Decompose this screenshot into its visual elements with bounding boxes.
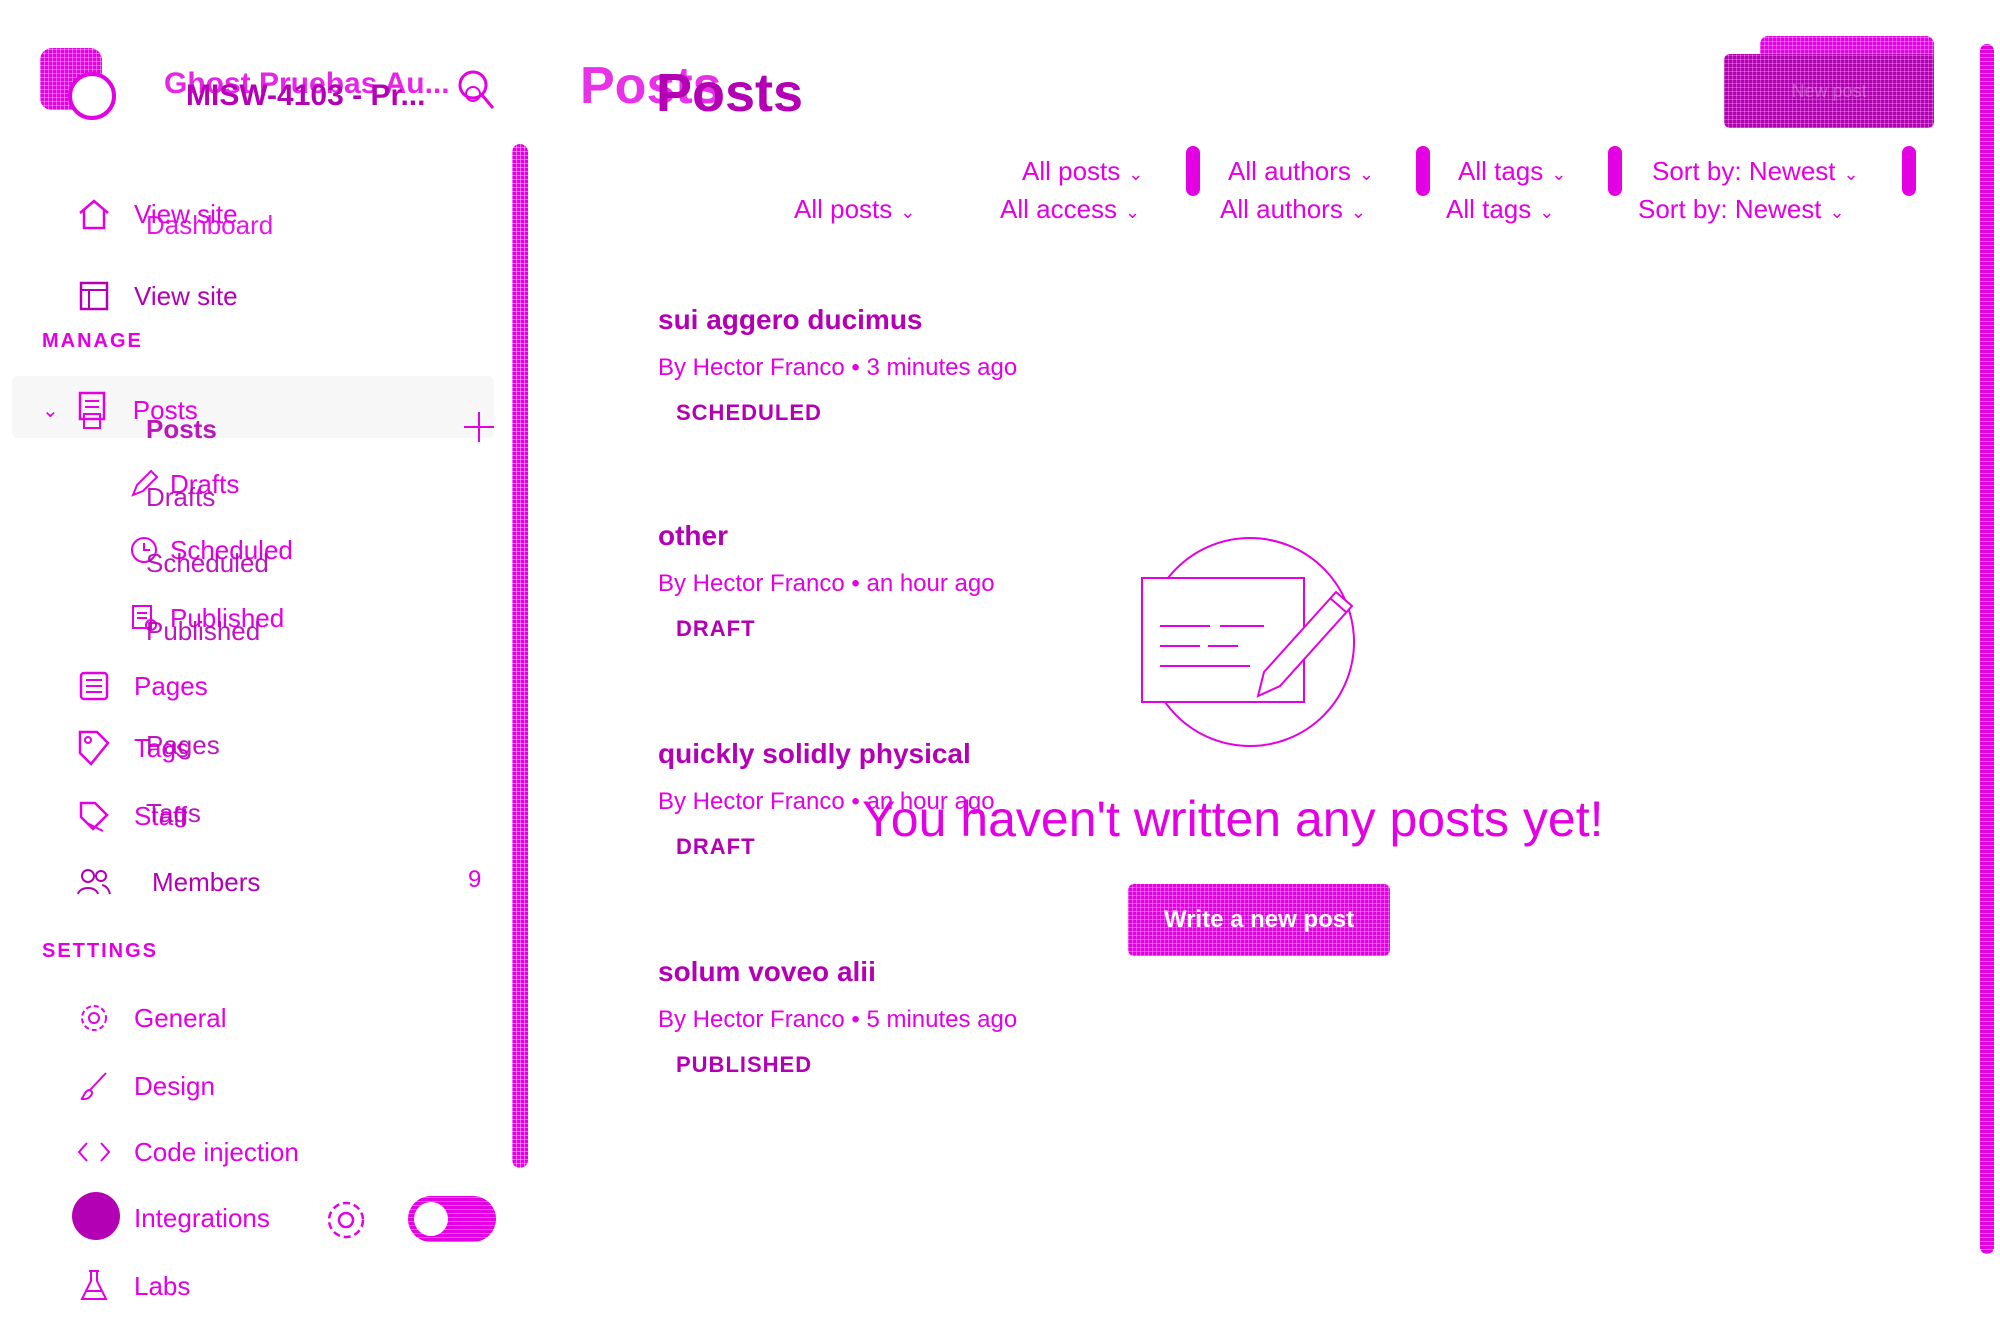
filter-type-ghost[interactable]: All posts ⌄ (1022, 156, 1143, 187)
empty-state-message: You haven't written any posts yet! (862, 791, 1604, 847)
search-icon[interactable] (456, 68, 496, 112)
new-post-button[interactable]: New post (1724, 54, 1934, 128)
members-icon (76, 864, 112, 900)
staff-icon (76, 798, 112, 834)
tag-icon (76, 730, 112, 766)
site-brand[interactable]: Ghost Pruebas Au... MISW-4103 - Pr... (40, 48, 484, 120)
manage-section-label: MANAGE (42, 330, 143, 352)
post-title: other (658, 520, 728, 551)
nav-members-label: Members (152, 866, 261, 897)
filter-sort-ghost[interactable]: Sort by: Newest ⌄ (1652, 156, 1859, 187)
write-new-post-label: Write a new post (1163, 906, 1355, 933)
post-status: SCHEDULED (676, 400, 822, 425)
post-list-item[interactable]: other By Hector Franco • an hour ago DRA… (658, 520, 995, 642)
sidebar: Ghost Pruebas Au... MISW-4103 - Pr... Vi… (0, 0, 530, 1320)
page-title: Posts (656, 63, 804, 123)
post-title: quickly solidly physical (658, 738, 971, 769)
nav-general-label: General (134, 1002, 227, 1033)
post-list-item[interactable]: solum voveo alii By Hector Franco • 5 mi… (658, 956, 1017, 1078)
filter-tag-ghost[interactable]: All tags ⌄ (1458, 156, 1566, 187)
avatar[interactable] (72, 1192, 120, 1240)
filter-divider (1186, 146, 1200, 196)
nav-general[interactable]: General (76, 1000, 227, 1036)
nav-staff-overlay: Tags (146, 798, 201, 828)
filter-divider (1416, 146, 1430, 196)
filter-tag[interactable]: All tags ⌄ (1446, 194, 1554, 225)
post-status: PUBLISHED (676, 1052, 813, 1077)
nav-posts-overlay: Posts (146, 414, 217, 444)
post-title: sui aggero ducimus (658, 304, 923, 335)
empty-state-illustration (1140, 534, 1372, 754)
nav-scheduled-overlay: Scheduled (146, 548, 269, 578)
nav-view-site-label-2: View site (134, 280, 238, 311)
layout-icon (76, 278, 112, 314)
new-post-plus-icon[interactable] (462, 410, 496, 444)
nav-drafts-overlay: Drafts (146, 482, 216, 512)
nav-pages[interactable]: Pages (76, 668, 208, 704)
chevron-down-icon[interactable]: ⌄ (42, 398, 59, 423)
post-meta: By Hector Franco • 5 minutes ago (658, 1006, 1018, 1033)
post-title: solum voveo alii (658, 956, 876, 987)
settings-section-label: SETTINGS (42, 940, 159, 962)
filter-access[interactable]: All access ⌄ (1000, 194, 1140, 225)
write-new-post-button[interactable]: Write a new post (1128, 884, 1390, 956)
flask-icon (76, 1268, 112, 1304)
filter-author[interactable]: All authors ⌄ (1220, 194, 1366, 225)
night-mode-toggle[interactable] (408, 1196, 496, 1242)
nav-members[interactable]: Members (76, 864, 260, 900)
nav-integrations-label: Integrations (134, 1202, 270, 1233)
filter-type[interactable]: All posts ⌄ (794, 194, 915, 225)
sidebar-scrollbar[interactable] (512, 144, 528, 1168)
nav-dashboard-overlay: Dashboard (146, 210, 274, 240)
nav-pages-label: Pages (134, 670, 208, 701)
nav-design[interactable]: Design (76, 1068, 215, 1104)
posts-icon (75, 391, 111, 429)
settings-gear-icon[interactable] (324, 1198, 368, 1242)
nav-design-label: Design (134, 1070, 215, 1101)
post-meta: By Hector Franco • an hour ago (658, 570, 995, 597)
nav-code-injection[interactable]: Code injection (76, 1134, 299, 1170)
filter-author-ghost[interactable]: All authors ⌄ (1228, 156, 1374, 187)
nav-view-site[interactable]: View site (76, 278, 238, 314)
new-post-button-label: New post (1791, 80, 1867, 101)
site-logo (40, 48, 116, 120)
nav-labs[interactable]: Labs (76, 1268, 190, 1304)
nav-code-injection-label: Code injection (134, 1136, 299, 1167)
members-count-badge: 9 (468, 866, 482, 893)
post-meta: By Hector Franco • 3 minutes ago (658, 354, 1018, 381)
nav-published-overlay: Published (146, 616, 261, 646)
nav-tags-overlay: Pages (146, 730, 220, 760)
pages-icon (76, 668, 112, 704)
home-icon (76, 196, 112, 232)
filter-divider (1608, 146, 1622, 196)
post-status: DRAFT (676, 616, 756, 641)
filter-sort[interactable]: Sort by: Newest ⌄ (1638, 194, 1845, 225)
post-list-item[interactable]: sui aggero ducimus By Hector Franco • 3 … (658, 304, 1017, 426)
filter-divider (1902, 146, 1916, 196)
main-scrollbar[interactable] (1980, 44, 1994, 1254)
gear-icon (76, 1000, 112, 1036)
site-title-overlay: MISW-4103 - Pr... (186, 79, 426, 112)
code-icon (76, 1134, 112, 1170)
main-content: Posts Posts New post All posts ⌄ All auth… (540, 0, 1994, 1320)
brush-icon (76, 1068, 112, 1104)
nav-labs-label: Labs (134, 1270, 191, 1301)
user-menu[interactable] (72, 1192, 120, 1240)
